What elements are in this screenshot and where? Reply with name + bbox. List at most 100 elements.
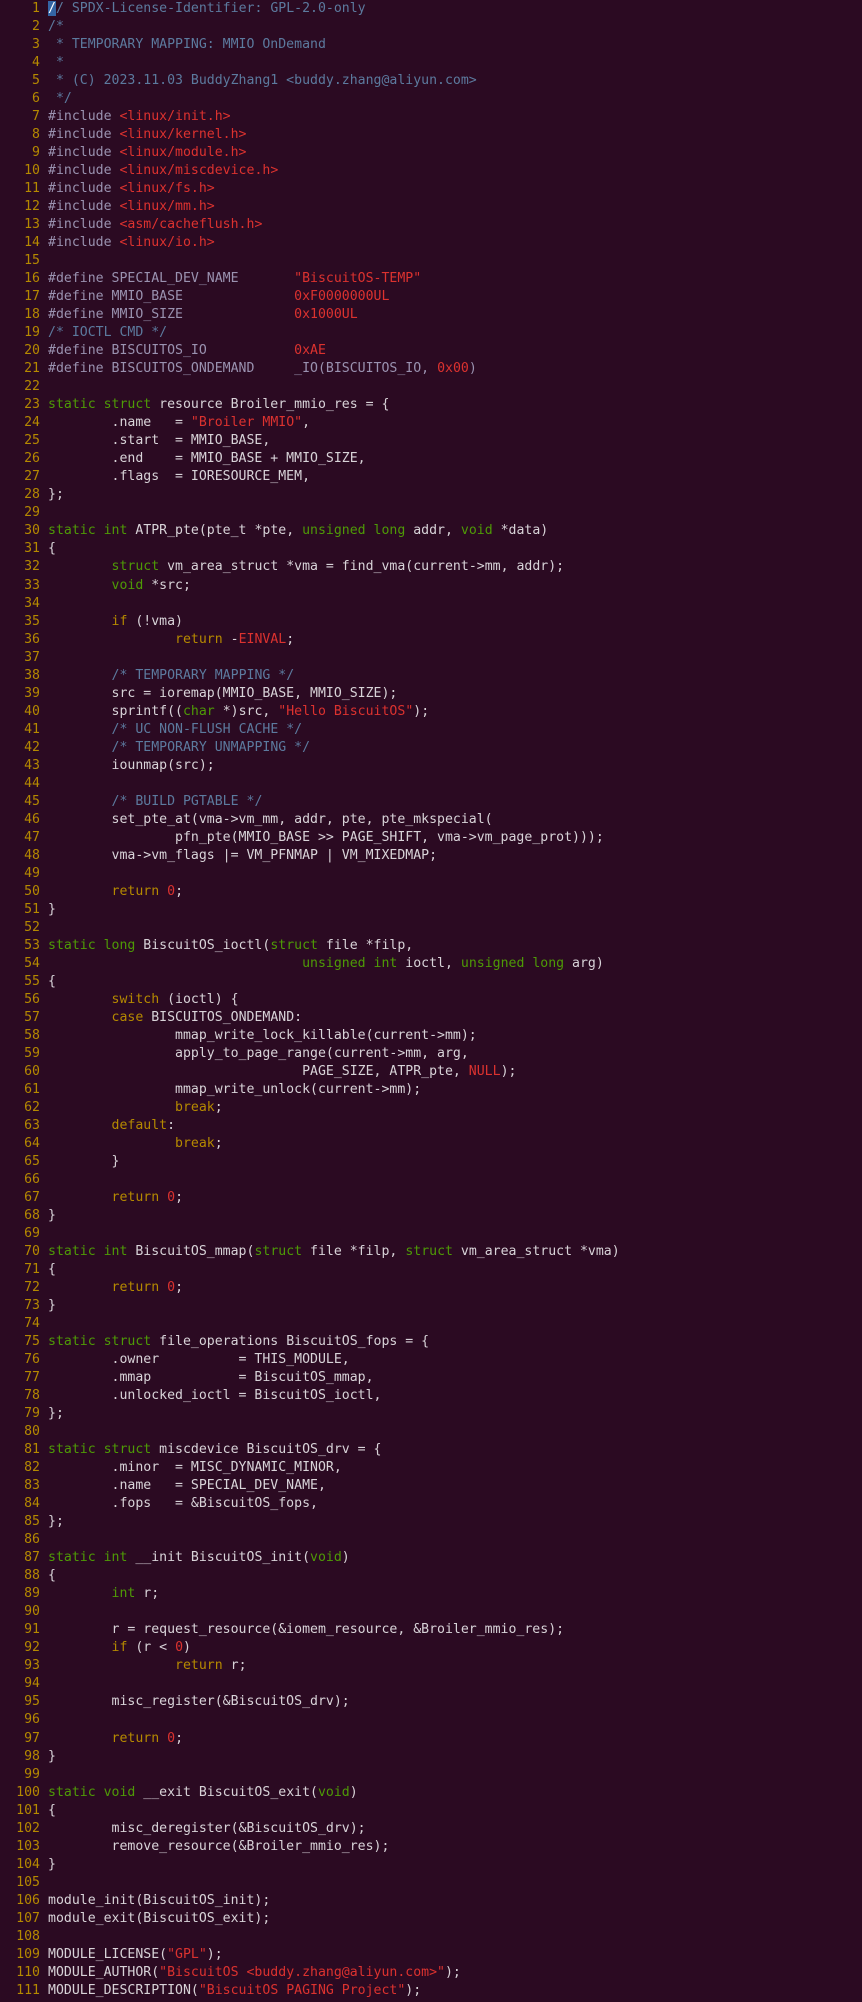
line-content[interactable]: .unlocked_ioctl = BiscuitOS_ioctl, — [48, 1387, 862, 1405]
line-content[interactable]: } — [48, 1297, 862, 1315]
line-content[interactable]: break; — [48, 1099, 862, 1117]
code-line[interactable]: 37 — [0, 649, 862, 667]
line-content[interactable] — [48, 252, 862, 270]
line-content[interactable]: { — [48, 973, 862, 991]
code-line[interactable]: 26 .end = MMIO_BASE + MMIO_SIZE, — [0, 450, 862, 468]
code-line[interactable]: 8 #include <linux/kernel.h> — [0, 126, 862, 144]
code-line[interactable]: 104} — [0, 1856, 862, 1874]
code-line[interactable]: 24 .name = "Broiler MMIO", — [0, 414, 862, 432]
line-content[interactable]: module_init(BiscuitOS_init); — [48, 1892, 862, 1910]
code-line[interactable]: 79}; — [0, 1405, 862, 1423]
line-content[interactable]: .fops = &BiscuitOS_fops, — [48, 1495, 862, 1513]
line-content[interactable] — [48, 649, 862, 667]
line-content[interactable] — [48, 1928, 862, 1946]
code-line[interactable]: 29 — [0, 504, 862, 522]
code-line[interactable]: 44 — [0, 775, 862, 793]
code-line[interactable]: 19 /* IOCTL CMD */ — [0, 324, 862, 342]
code-line[interactable]: 84 .fops = &BiscuitOS_fops, — [0, 1495, 862, 1513]
code-line[interactable]: 66 — [0, 1171, 862, 1189]
line-content[interactable] — [48, 1874, 862, 1892]
code-line[interactable]: 94 — [0, 1675, 862, 1693]
line-content[interactable] — [48, 1423, 862, 1441]
line-content[interactable]: mmap_write_unlock(current->mm); — [48, 1081, 862, 1099]
line-content[interactable]: #define MMIO_BASE 0xF0000000UL — [48, 288, 862, 306]
code-line[interactable]: 81 static struct miscdevice BiscuitOS_drv… — [0, 1441, 862, 1459]
code-line[interactable]: 18 #define MMIO_SIZE 0x1000UL — [0, 306, 862, 324]
line-content[interactable]: .mmap = BiscuitOS_mmap, — [48, 1369, 862, 1387]
line-content[interactable]: } — [48, 1748, 862, 1766]
line-content[interactable]: #define BISCUITOS_ONDEMAND _IO(BISCUITOS… — [48, 360, 862, 378]
code-line[interactable]: 75 static struct file_operations BiscuitO… — [0, 1333, 862, 1351]
code-line[interactable]: 80 — [0, 1423, 862, 1441]
code-line[interactable]: 96 — [0, 1711, 862, 1729]
line-content[interactable]: #include <linux/module.h> — [48, 144, 862, 162]
line-content[interactable] — [48, 504, 862, 522]
code-line[interactable]: 16 #define SPECIAL_DEV_NAME "BiscuitOS-TE… — [0, 270, 862, 288]
line-content[interactable]: module_exit(BiscuitOS_exit); — [48, 1910, 862, 1928]
code-line[interactable]: 45 /* BUILD PGTABLE */ — [0, 793, 862, 811]
line-content[interactable]: /* TEMPORARY MAPPING */ — [48, 667, 862, 685]
line-content[interactable] — [48, 919, 862, 937]
line-content[interactable]: { — [48, 1261, 862, 1279]
line-content[interactable]: if (!vma) — [48, 613, 862, 631]
line-content[interactable]: #include <linux/fs.h> — [48, 180, 862, 198]
code-line[interactable]: 42 /* TEMPORARY UNMAPPING */ — [0, 739, 862, 757]
line-content[interactable]: return 0; — [48, 883, 862, 901]
line-content[interactable]: struct vm_area_struct *vma = find_vma(cu… — [48, 558, 862, 576]
line-content[interactable]: .name = "Broiler MMIO", — [48, 414, 862, 432]
code-line[interactable]: 30 static int ATPR_pte(pte_t *pte, unsign… — [0, 522, 862, 540]
line-content[interactable]: break; — [48, 1135, 862, 1153]
line-content[interactable]: .flags = IORESOURCE_MEM, — [48, 468, 862, 486]
line-content[interactable]: * (C) 2023.11.03 BuddyZhang1 <buddy.zhan… — [48, 72, 862, 90]
line-content[interactable]: /* UC NON-FLUSH CACHE */ — [48, 721, 862, 739]
code-line[interactable]: 56 switch (ioctl) { — [0, 991, 862, 1009]
code-line[interactable]: 12 #include <linux/mm.h> — [0, 198, 862, 216]
code-line[interactable]: 58 mmap_write_lock_killable(current->mm)… — [0, 1027, 862, 1045]
line-content[interactable]: misc_register(&BiscuitOS_drv); — [48, 1693, 862, 1711]
line-content[interactable] — [48, 1171, 862, 1189]
code-line[interactable]: 70 static int BiscuitOS_mmap(struct file … — [0, 1243, 862, 1261]
line-content[interactable]: .owner = THIS_MODULE, — [48, 1351, 862, 1369]
line-content[interactable]: #include <linux/init.h> — [48, 108, 862, 126]
code-line[interactable]: 109 MODULE_LICENSE("GPL"); — [0, 1946, 862, 1964]
line-content[interactable]: .minor = MISC_DYNAMIC_MINOR, — [48, 1459, 862, 1477]
line-content[interactable]: iounmap(src); — [48, 757, 862, 775]
line-content[interactable]: #include <linux/kernel.h> — [48, 126, 862, 144]
line-content[interactable]: // SPDX-License-Identifier: GPL-2.0-only — [48, 0, 862, 18]
code-line[interactable]: 87 static int __init BiscuitOS_init(void) — [0, 1549, 862, 1567]
line-content[interactable] — [48, 865, 862, 883]
line-content[interactable]: /* TEMPORARY UNMAPPING */ — [48, 739, 862, 757]
line-content[interactable]: return 0; — [48, 1279, 862, 1297]
code-line[interactable]: 52 — [0, 919, 862, 937]
code-line[interactable]: 57 case BISCUITOS_ONDEMAND: — [0, 1009, 862, 1027]
line-content[interactable]: unsigned int ioctl, unsigned long arg) — [48, 955, 862, 973]
code-line[interactable]: 98} — [0, 1748, 862, 1766]
line-content[interactable]: static long BiscuitOS_ioctl(struct file … — [48, 937, 862, 955]
code-line[interactable]: 99 — [0, 1766, 862, 1784]
line-content[interactable]: #define MMIO_SIZE 0x1000UL — [48, 306, 862, 324]
line-content[interactable] — [48, 595, 862, 613]
code-line[interactable]: 103 remove_resource(&Broiler_mmio_res); — [0, 1838, 862, 1856]
line-content[interactable]: remove_resource(&Broiler_mmio_res); — [48, 1838, 862, 1856]
code-line[interactable]: 5 * (C) 2023.11.03 BuddyZhang1 <buddy.zh… — [0, 72, 862, 90]
line-content[interactable]: void *src; — [48, 577, 862, 595]
code-line[interactable]: 40 sprintf((char *)src, "Hello BiscuitOS… — [0, 703, 862, 721]
line-content[interactable]: MODULE_LICENSE("GPL"); — [48, 1946, 862, 1964]
code-line[interactable]: 48 vma->vm_flags |= VM_PFNMAP | VM_MIXED… — [0, 847, 862, 865]
line-content[interactable]: MODULE_AUTHOR("BiscuitOS <buddy.zhang@al… — [48, 1964, 862, 1982]
line-content[interactable]: misc_deregister(&BiscuitOS_drv); — [48, 1820, 862, 1838]
code-line[interactable]: 64 break; — [0, 1135, 862, 1153]
code-line[interactable]: 67 return 0; — [0, 1189, 862, 1207]
code-line[interactable]: 85}; — [0, 1513, 862, 1531]
code-line[interactable]: 93 return r; — [0, 1657, 862, 1675]
code-line[interactable]: 25 .start = MMIO_BASE, — [0, 432, 862, 450]
code-line[interactable]: 15 — [0, 252, 862, 270]
line-content[interactable]: .name = SPECIAL_DEV_NAME, — [48, 1477, 862, 1495]
line-content[interactable]: static struct file_operations BiscuitOS_… — [48, 1333, 862, 1351]
line-content[interactable]: return -EINVAL; — [48, 631, 862, 649]
line-content[interactable]: * — [48, 54, 862, 72]
code-line[interactable]: 21 #define BISCUITOS_ONDEMAND _IO(BISCUIT… — [0, 360, 862, 378]
line-content[interactable]: sprintf((char *)src, "Hello BiscuitOS"); — [48, 703, 862, 721]
line-content[interactable]: src = ioremap(MMIO_BASE, MMIO_SIZE); — [48, 685, 862, 703]
line-content[interactable] — [48, 1711, 862, 1729]
